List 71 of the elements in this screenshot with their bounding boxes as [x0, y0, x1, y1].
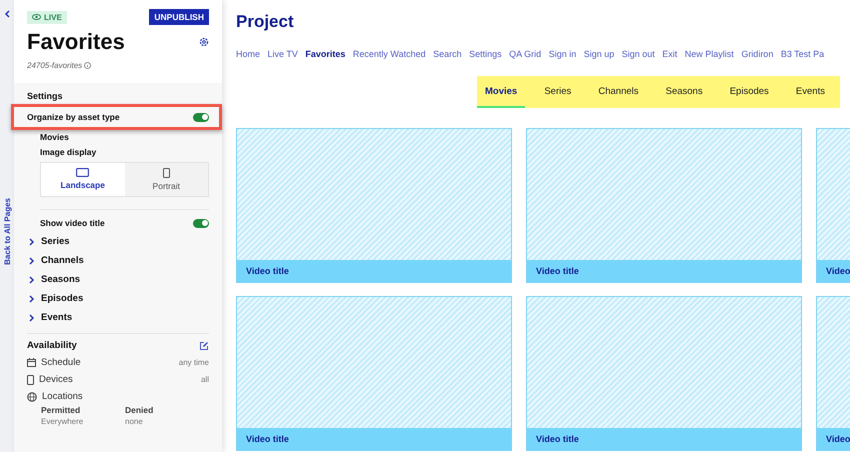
nav-link[interactable]: Live TV [268, 49, 298, 59]
availability-label: Schedule [41, 357, 81, 368]
column-heading: Permitted [41, 405, 82, 415]
asset-tab[interactable]: Events [788, 76, 833, 108]
collapsible-section[interactable]: Seasons [27, 270, 209, 289]
video-title: Video [817, 428, 850, 450]
video-title: Video title [237, 428, 511, 450]
unpublish-button[interactable]: UNPUBLISH [149, 9, 209, 25]
chevron-icon [29, 294, 35, 302]
segment-option[interactable]: Portrait [124, 163, 208, 196]
calendar-icon [27, 358, 36, 367]
video-title: Video [817, 260, 850, 282]
nav-link[interactable]: Home [236, 49, 260, 59]
column-heading: Denied [125, 405, 154, 415]
column-value: Everywhere [41, 417, 84, 426]
toggle-label: Organize by asset type [27, 112, 120, 122]
video-title: Video title [527, 428, 801, 450]
nav-link[interactable]: Gridiron [741, 49, 774, 59]
nav-link[interactable]: Search [433, 49, 462, 59]
nav-link[interactable]: Sign out [622, 49, 655, 59]
edit-icon[interactable] [199, 340, 209, 350]
page-slug: 24705-favorites [27, 61, 82, 70]
nav-link[interactable]: Settings [469, 49, 502, 59]
segment-option[interactable]: Landscape [41, 163, 124, 196]
toggle-switch[interactable] [193, 112, 209, 122]
nav-link[interactable]: Sign in [548, 49, 576, 59]
nav-link[interactable]: Favorites [305, 49, 346, 59]
group-heading: Movies [39, 131, 70, 142]
nav-link[interactable]: Sign up [584, 49, 614, 59]
availability-label: Locations [42, 391, 83, 402]
nav-link[interactable]: Exit [662, 49, 678, 59]
landscape-icon [76, 168, 90, 177]
chevron-icon [29, 238, 35, 246]
field-label: Image display [40, 147, 98, 157]
chevron-icon [29, 314, 35, 322]
availability-value: any time [178, 358, 209, 367]
asset-tab[interactable]: Series [536, 76, 580, 108]
column-value: none [125, 417, 144, 426]
collapsible-section[interactable]: Series [27, 232, 209, 251]
back-link[interactable]: Back to All Pages [2, 198, 12, 265]
asset-tab[interactable]: Seasons [658, 76, 711, 108]
chevron-left-icon[interactable] [4, 10, 10, 18]
chevron-icon [29, 256, 35, 264]
asset-tab[interactable]: Episodes [722, 76, 777, 108]
nav-link[interactable]: Recently Watched [352, 49, 426, 59]
collapsible-section[interactable]: Episodes [27, 289, 209, 308]
phone-icon [27, 374, 34, 384]
video-title: Video title [527, 260, 801, 282]
video-title: Video title [237, 260, 511, 282]
eye-icon [32, 14, 41, 20]
availability-label: Devices [39, 374, 73, 385]
collapsible-section[interactable]: Channels [27, 251, 209, 270]
asset-tab[interactable]: Channels [590, 76, 647, 108]
chevron-icon [29, 276, 35, 284]
section-heading: Availability [27, 340, 77, 351]
collapsible-section[interactable]: Events [27, 308, 209, 327]
toggle-label: Show video title [40, 218, 105, 228]
nav-link[interactable]: New Playlist [684, 49, 734, 59]
portrait-icon [162, 168, 170, 178]
nav-link[interactable]: B3 Test Pa [780, 49, 824, 59]
asset-tab[interactable]: Movies [477, 76, 526, 108]
availability-value: all [200, 375, 209, 384]
project-title: Project [236, 12, 295, 32]
info-icon [84, 62, 92, 69]
toggle-switch[interactable] [193, 218, 209, 228]
globe-icon [27, 392, 37, 402]
nav-link[interactable]: QA Grid [509, 49, 542, 59]
section-heading: Settings [27, 91, 64, 101]
settings-icon[interactable] [199, 37, 209, 47]
live-badge: LIVE [27, 10, 67, 24]
page-title: Favorites [27, 29, 125, 55]
